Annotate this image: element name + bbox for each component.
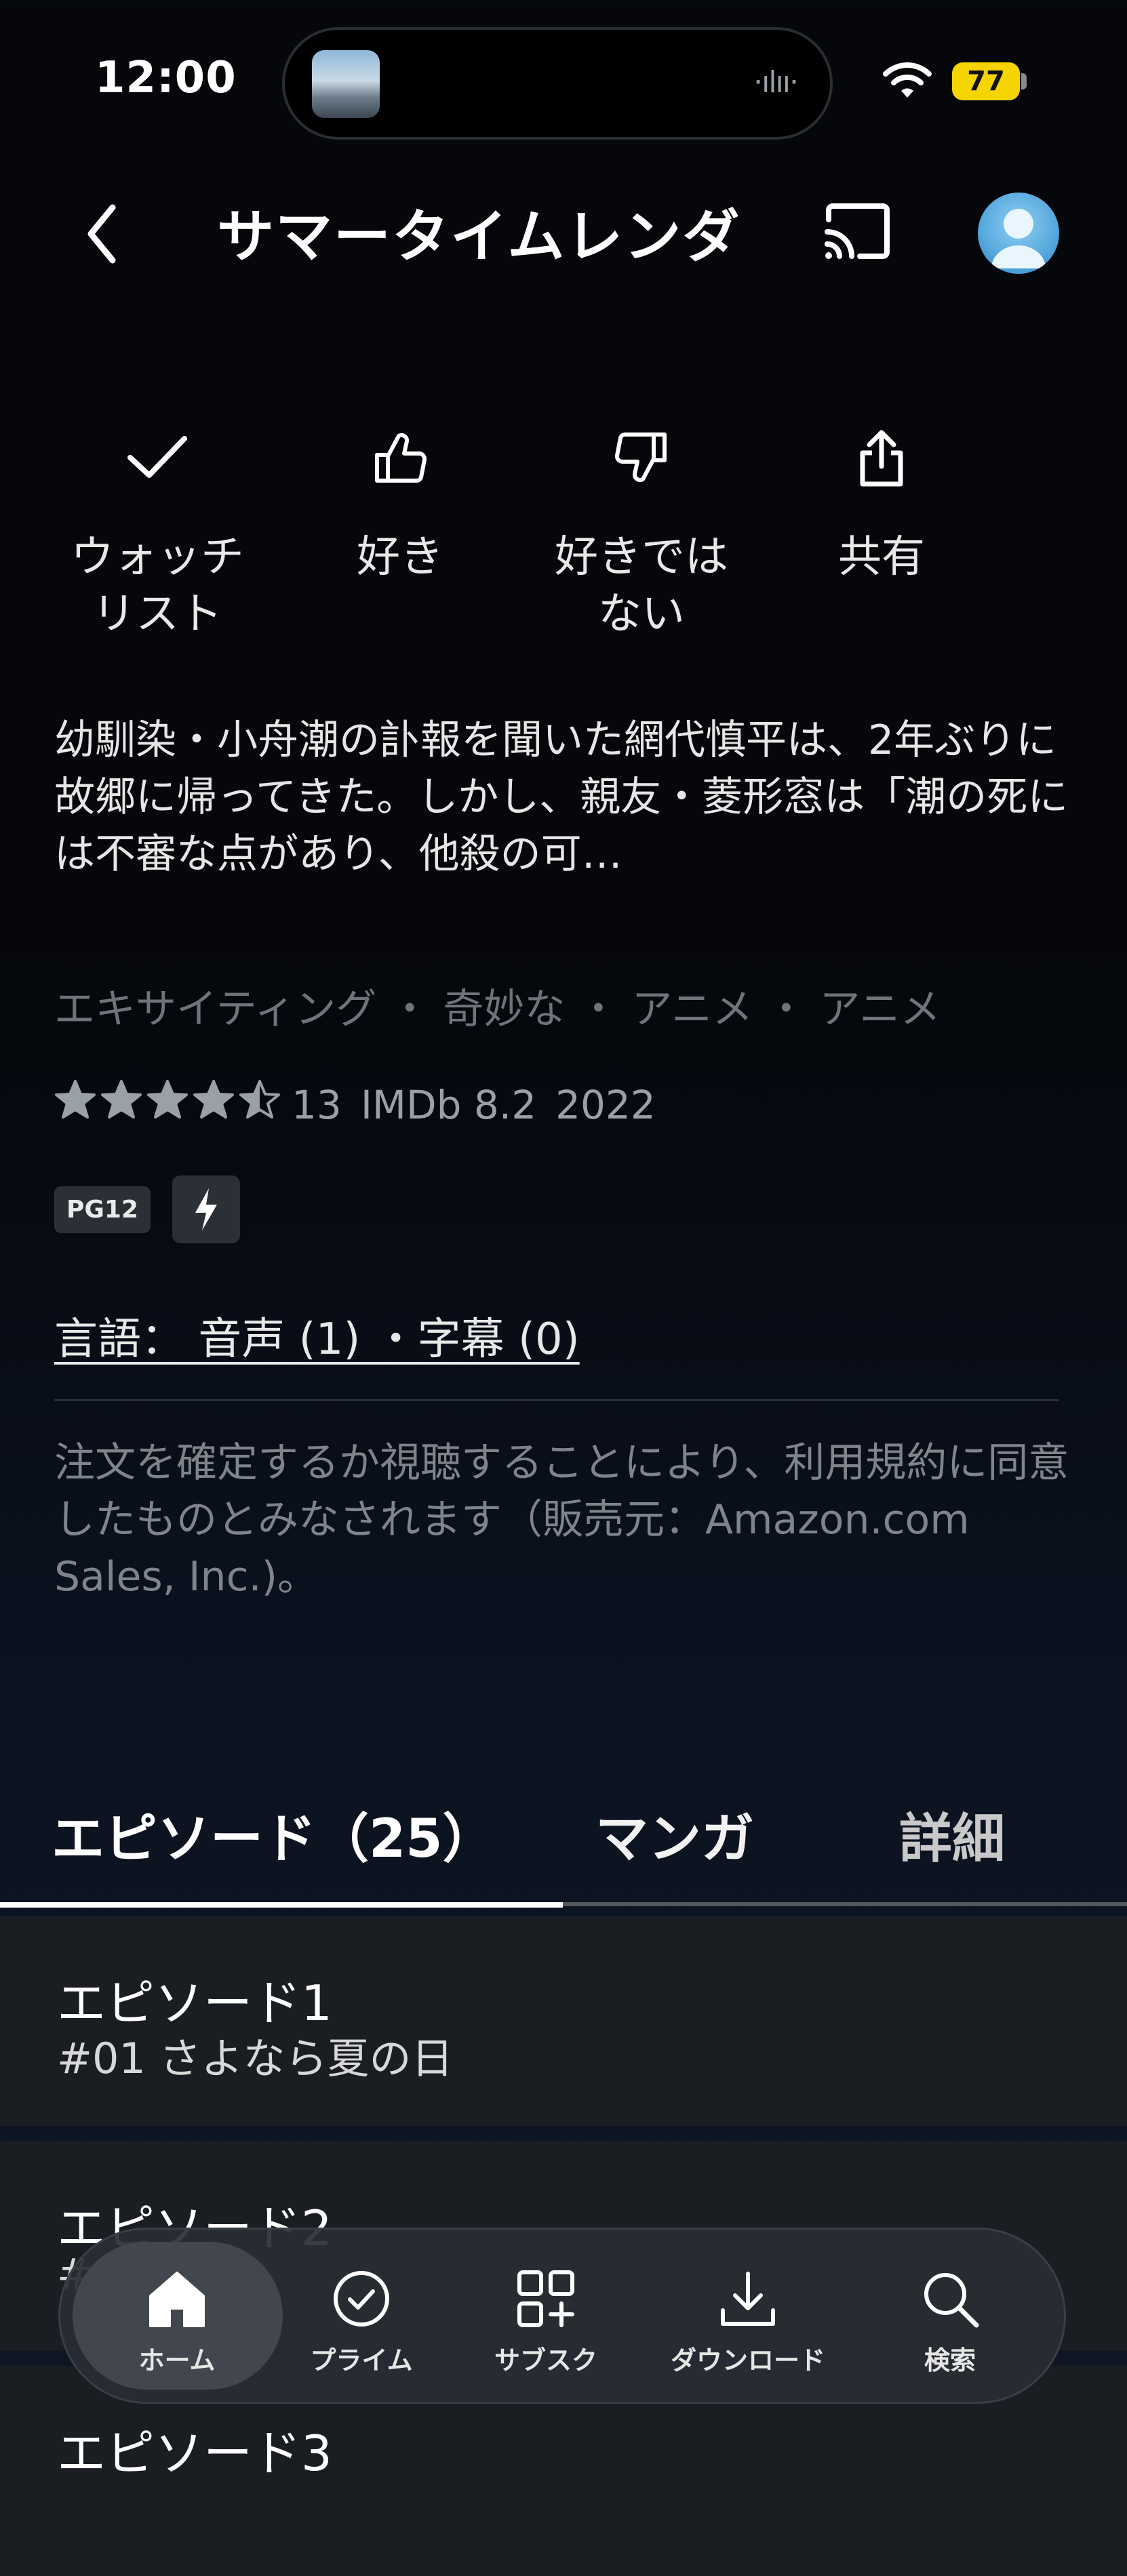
like-button[interactable]: 好き <box>298 407 502 586</box>
episode-item[interactable]: エピソード1 #01 さよなら夏の日 <box>0 1916 1127 2126</box>
nav-search-label: 検索 <box>924 2346 976 2375</box>
tab-active-indicator <box>0 1902 563 1908</box>
nav-home-label: ホーム <box>138 2346 216 2375</box>
audio-wave-icon: ·ılıı· <box>753 65 799 100</box>
check-icon <box>127 436 187 478</box>
now-playing-thumbnail <box>312 50 380 118</box>
search-icon <box>924 2273 979 2328</box>
genre-tags: エキサイティング ・ 奇妙な ・ アニメ ・ アニメ <box>54 986 941 1033</box>
dislike-button[interactable]: 好きでは ない <box>540 407 743 643</box>
like-label: 好き <box>357 532 443 582</box>
battery-tip <box>1021 73 1027 89</box>
nav-downloads-label: ダウンロード <box>670 2346 825 2375</box>
rating-count: 13 <box>292 1082 342 1128</box>
dislike-label-line1: 好きでは <box>555 532 728 582</box>
back-chevron-icon[interactable] <box>81 197 122 271</box>
share-label: 共有 <box>838 532 925 582</box>
download-icon <box>721 2272 775 2326</box>
check-circle-icon <box>334 2271 389 2327</box>
release-year: 2022 <box>555 1082 656 1128</box>
dynamic-island[interactable]: ·ılıı· <box>282 27 833 140</box>
nav-search[interactable]: 検索 <box>848 2230 1052 2402</box>
thumbs-up-icon <box>375 432 427 483</box>
cast-icon[interactable] <box>822 201 892 262</box>
star-icon <box>55 1080 96 1119</box>
person-icon <box>991 209 1046 268</box>
tab-episodes[interactable]: エピソード（25） <box>52 1796 496 1872</box>
imdb-rating: IMDb 8.2 <box>360 1082 537 1128</box>
nav-subscriptions[interactable]: サブスク <box>444 2230 648 2402</box>
nav-subscriptions-label: サブスク <box>494 2346 597 2375</box>
thumbs-down-icon <box>614 432 667 483</box>
grid-plus-icon <box>517 2270 574 2327</box>
nav-downloads[interactable]: ダウンロード <box>646 2230 850 2402</box>
tab-manga[interactable]: マンガ <box>595 1796 754 1872</box>
home-icon <box>149 2272 205 2327</box>
episode-subtitle: #01 さよなら夏の日 <box>57 2034 454 2083</box>
bolt-icon <box>172 1175 241 1243</box>
star-icon <box>147 1080 188 1119</box>
age-rating-badge: PG12 <box>54 1186 151 1233</box>
profile-avatar[interactable] <box>978 193 1059 274</box>
dislike-label-line2: ない <box>598 589 685 639</box>
nav-prime[interactable]: プライム <box>260 2230 463 2402</box>
rating-row: 13 IMDb 8.2 2022 <box>54 1079 656 1131</box>
star-icon <box>101 1080 142 1119</box>
language-link[interactable]: 言語： 音声 (1) ・字幕 (0) <box>54 1304 580 1367</box>
legal-notice: 注文を確定するか視聴することにより、利用規約に同意したものとみなされます（販売元… <box>54 1439 1069 1601</box>
watchlist-label-line1: ウォッチ <box>71 532 244 582</box>
episode-title: エピソード3 <box>57 2425 332 2482</box>
star-icon <box>239 1080 280 1119</box>
bottom-navigation: ホーム プライム サブスク ダウンロード 検索 <box>58 2228 1066 2404</box>
nav-prime-label: プライム <box>310 2346 413 2375</box>
content-badges: PG12 <box>54 1175 241 1243</box>
synopsis-text[interactable]: 幼馴染・小舟潮の訃報を聞いた網代慎平は、2年ぶりに故郷に帰ってきた。しかし、親友… <box>54 712 1071 883</box>
nav-home[interactable]: ホーム <box>75 2230 279 2402</box>
status-time: 12:00 <box>95 53 237 103</box>
star-rating <box>54 1079 285 1131</box>
divider <box>54 1399 1059 1401</box>
tab-details[interactable]: 詳細 <box>899 1796 1005 1872</box>
wifi-icon <box>883 62 932 98</box>
share-button[interactable]: 共有 <box>780 407 983 586</box>
watchlist-label-line2: リスト <box>92 589 222 639</box>
star-icon <box>193 1080 234 1119</box>
share-icon <box>860 430 903 487</box>
battery-indicator: 77 <box>952 62 1020 100</box>
watchlist-button[interactable]: ウォッチ リスト <box>56 407 259 643</box>
page-title: サマータイムレンダ <box>217 203 741 270</box>
